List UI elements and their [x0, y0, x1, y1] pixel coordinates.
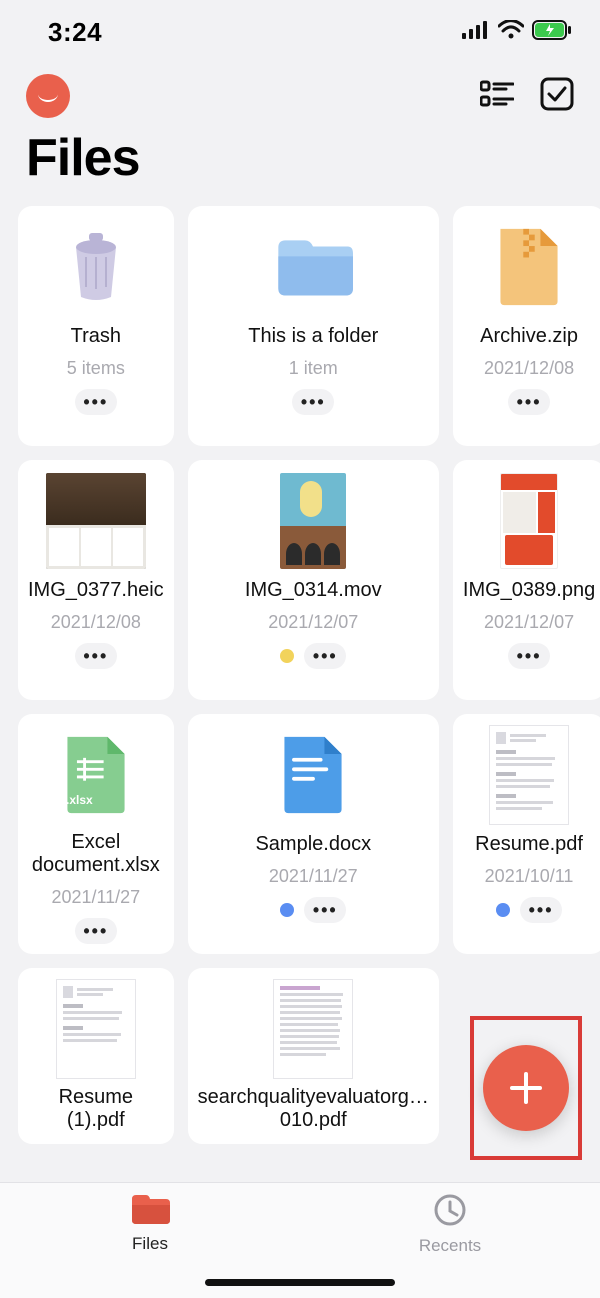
- home-indicator[interactable]: [205, 1279, 395, 1286]
- more-button[interactable]: •••: [75, 918, 117, 944]
- file-name: IMG_0389.png: [463, 578, 595, 602]
- select-mode-icon[interactable]: [540, 77, 574, 116]
- file-subline: 1 item: [289, 358, 338, 379]
- file-card-pdf[interactable]: searchqualityevaluatorg…010.pdf: [188, 968, 439, 1144]
- file-ext-label: .docx: [234, 794, 265, 808]
- file-subline: 2021/11/27: [269, 866, 358, 887]
- image-thumbnail: [463, 474, 595, 568]
- clock-icon: [433, 1193, 467, 1232]
- tab-label: Recents: [419, 1236, 481, 1256]
- app-logo[interactable]: [26, 74, 70, 118]
- file-card-pdf[interactable]: Resume.pdf 2021/10/11 •••: [453, 714, 600, 954]
- file-card-archive[interactable]: Archive.zip 2021/12/08 •••: [453, 206, 600, 446]
- more-button[interactable]: •••: [75, 389, 117, 415]
- file-card-video[interactable]: IMG_0314.mov 2021/12/07 •••: [188, 460, 439, 700]
- cellular-signal-icon: [462, 21, 490, 44]
- status-time: 3:24: [48, 17, 102, 48]
- file-card-trash[interactable]: Trash 5 items •••: [18, 206, 174, 446]
- file-name: Archive.zip: [480, 324, 578, 348]
- fab-highlight-box: [470, 1016, 582, 1160]
- header-row: [0, 60, 600, 118]
- more-button[interactable]: •••: [508, 389, 550, 415]
- file-subline: 5 items: [67, 358, 125, 379]
- file-card-image[interactable]: IMG_0389.png 2021/12/07 •••: [453, 460, 600, 700]
- file-subline: 2021/12/07: [268, 612, 358, 633]
- file-card-image[interactable]: IMG_0377.heic 2021/12/08 •••: [18, 460, 174, 700]
- xlsx-file-icon: .xlsx: [28, 728, 164, 821]
- zip-file-icon: [463, 220, 595, 314]
- trash-icon: [28, 220, 164, 314]
- file-card-folder[interactable]: This is a folder 1 item •••: [188, 206, 439, 446]
- file-subline: 2021/10/11: [485, 866, 574, 887]
- pdf-thumbnail: [198, 982, 429, 1076]
- tag-dot-blue: [280, 903, 294, 917]
- file-card-pdf[interactable]: Resume (1).pdf: [18, 968, 174, 1144]
- file-name: Resume (1).pdf: [28, 1086, 164, 1132]
- file-card-spreadsheet[interactable]: .xlsx Excel document.xlsx 2021/11/27 •••: [18, 714, 174, 954]
- file-subline: 2021/12/07: [484, 612, 574, 633]
- status-indicators: [462, 20, 572, 45]
- view-list-icon[interactable]: [480, 80, 514, 113]
- file-name: Sample.docx: [255, 832, 371, 856]
- file-name: Trash: [71, 324, 121, 348]
- file-name: IMG_0314.mov: [245, 578, 382, 602]
- more-button[interactable]: •••: [75, 643, 117, 669]
- folder-icon: [198, 220, 429, 314]
- file-subline: 2021/12/08: [51, 612, 141, 633]
- tab-label: Files: [132, 1234, 168, 1254]
- tab-bar: Files Recents: [0, 1182, 600, 1298]
- image-thumbnail: [28, 474, 164, 568]
- pdf-thumbnail: [463, 728, 595, 822]
- more-button[interactable]: •••: [304, 897, 346, 923]
- add-button[interactable]: [483, 1045, 569, 1131]
- wifi-icon: [498, 20, 524, 45]
- file-card-document[interactable]: .docx Sample.docx 2021/11/27 •••: [188, 714, 439, 954]
- folder-icon: [130, 1193, 170, 1230]
- files-grid: Trash 5 items ••• This is a folder 1 ite…: [0, 206, 600, 1144]
- file-subline: 2021/11/27: [51, 887, 140, 908]
- file-ext-label: .xlsx: [66, 793, 93, 807]
- plus-icon: [506, 1068, 546, 1108]
- file-name: IMG_0377.heic: [28, 578, 164, 602]
- more-button[interactable]: •••: [508, 643, 550, 669]
- battery-charging-icon: [532, 20, 572, 45]
- file-name: Resume.pdf: [475, 832, 583, 856]
- more-button[interactable]: •••: [292, 389, 334, 415]
- video-thumbnail: [198, 474, 429, 568]
- status-bar: 3:24: [0, 0, 600, 60]
- file-subline: 2021/12/08: [484, 358, 574, 379]
- pdf-thumbnail: [28, 982, 164, 1076]
- more-button[interactable]: •••: [304, 643, 346, 669]
- tag-dot-blue: [496, 903, 510, 917]
- more-button[interactable]: •••: [520, 897, 562, 923]
- file-name: Excel document.xlsx: [28, 831, 164, 877]
- docx-file-icon: .docx: [198, 728, 429, 822]
- file-name: searchqualityevaluatorg…010.pdf: [198, 1086, 429, 1132]
- page-title: Files: [0, 118, 600, 206]
- file-name: This is a folder: [248, 324, 378, 348]
- tag-dot-yellow: [280, 649, 294, 663]
